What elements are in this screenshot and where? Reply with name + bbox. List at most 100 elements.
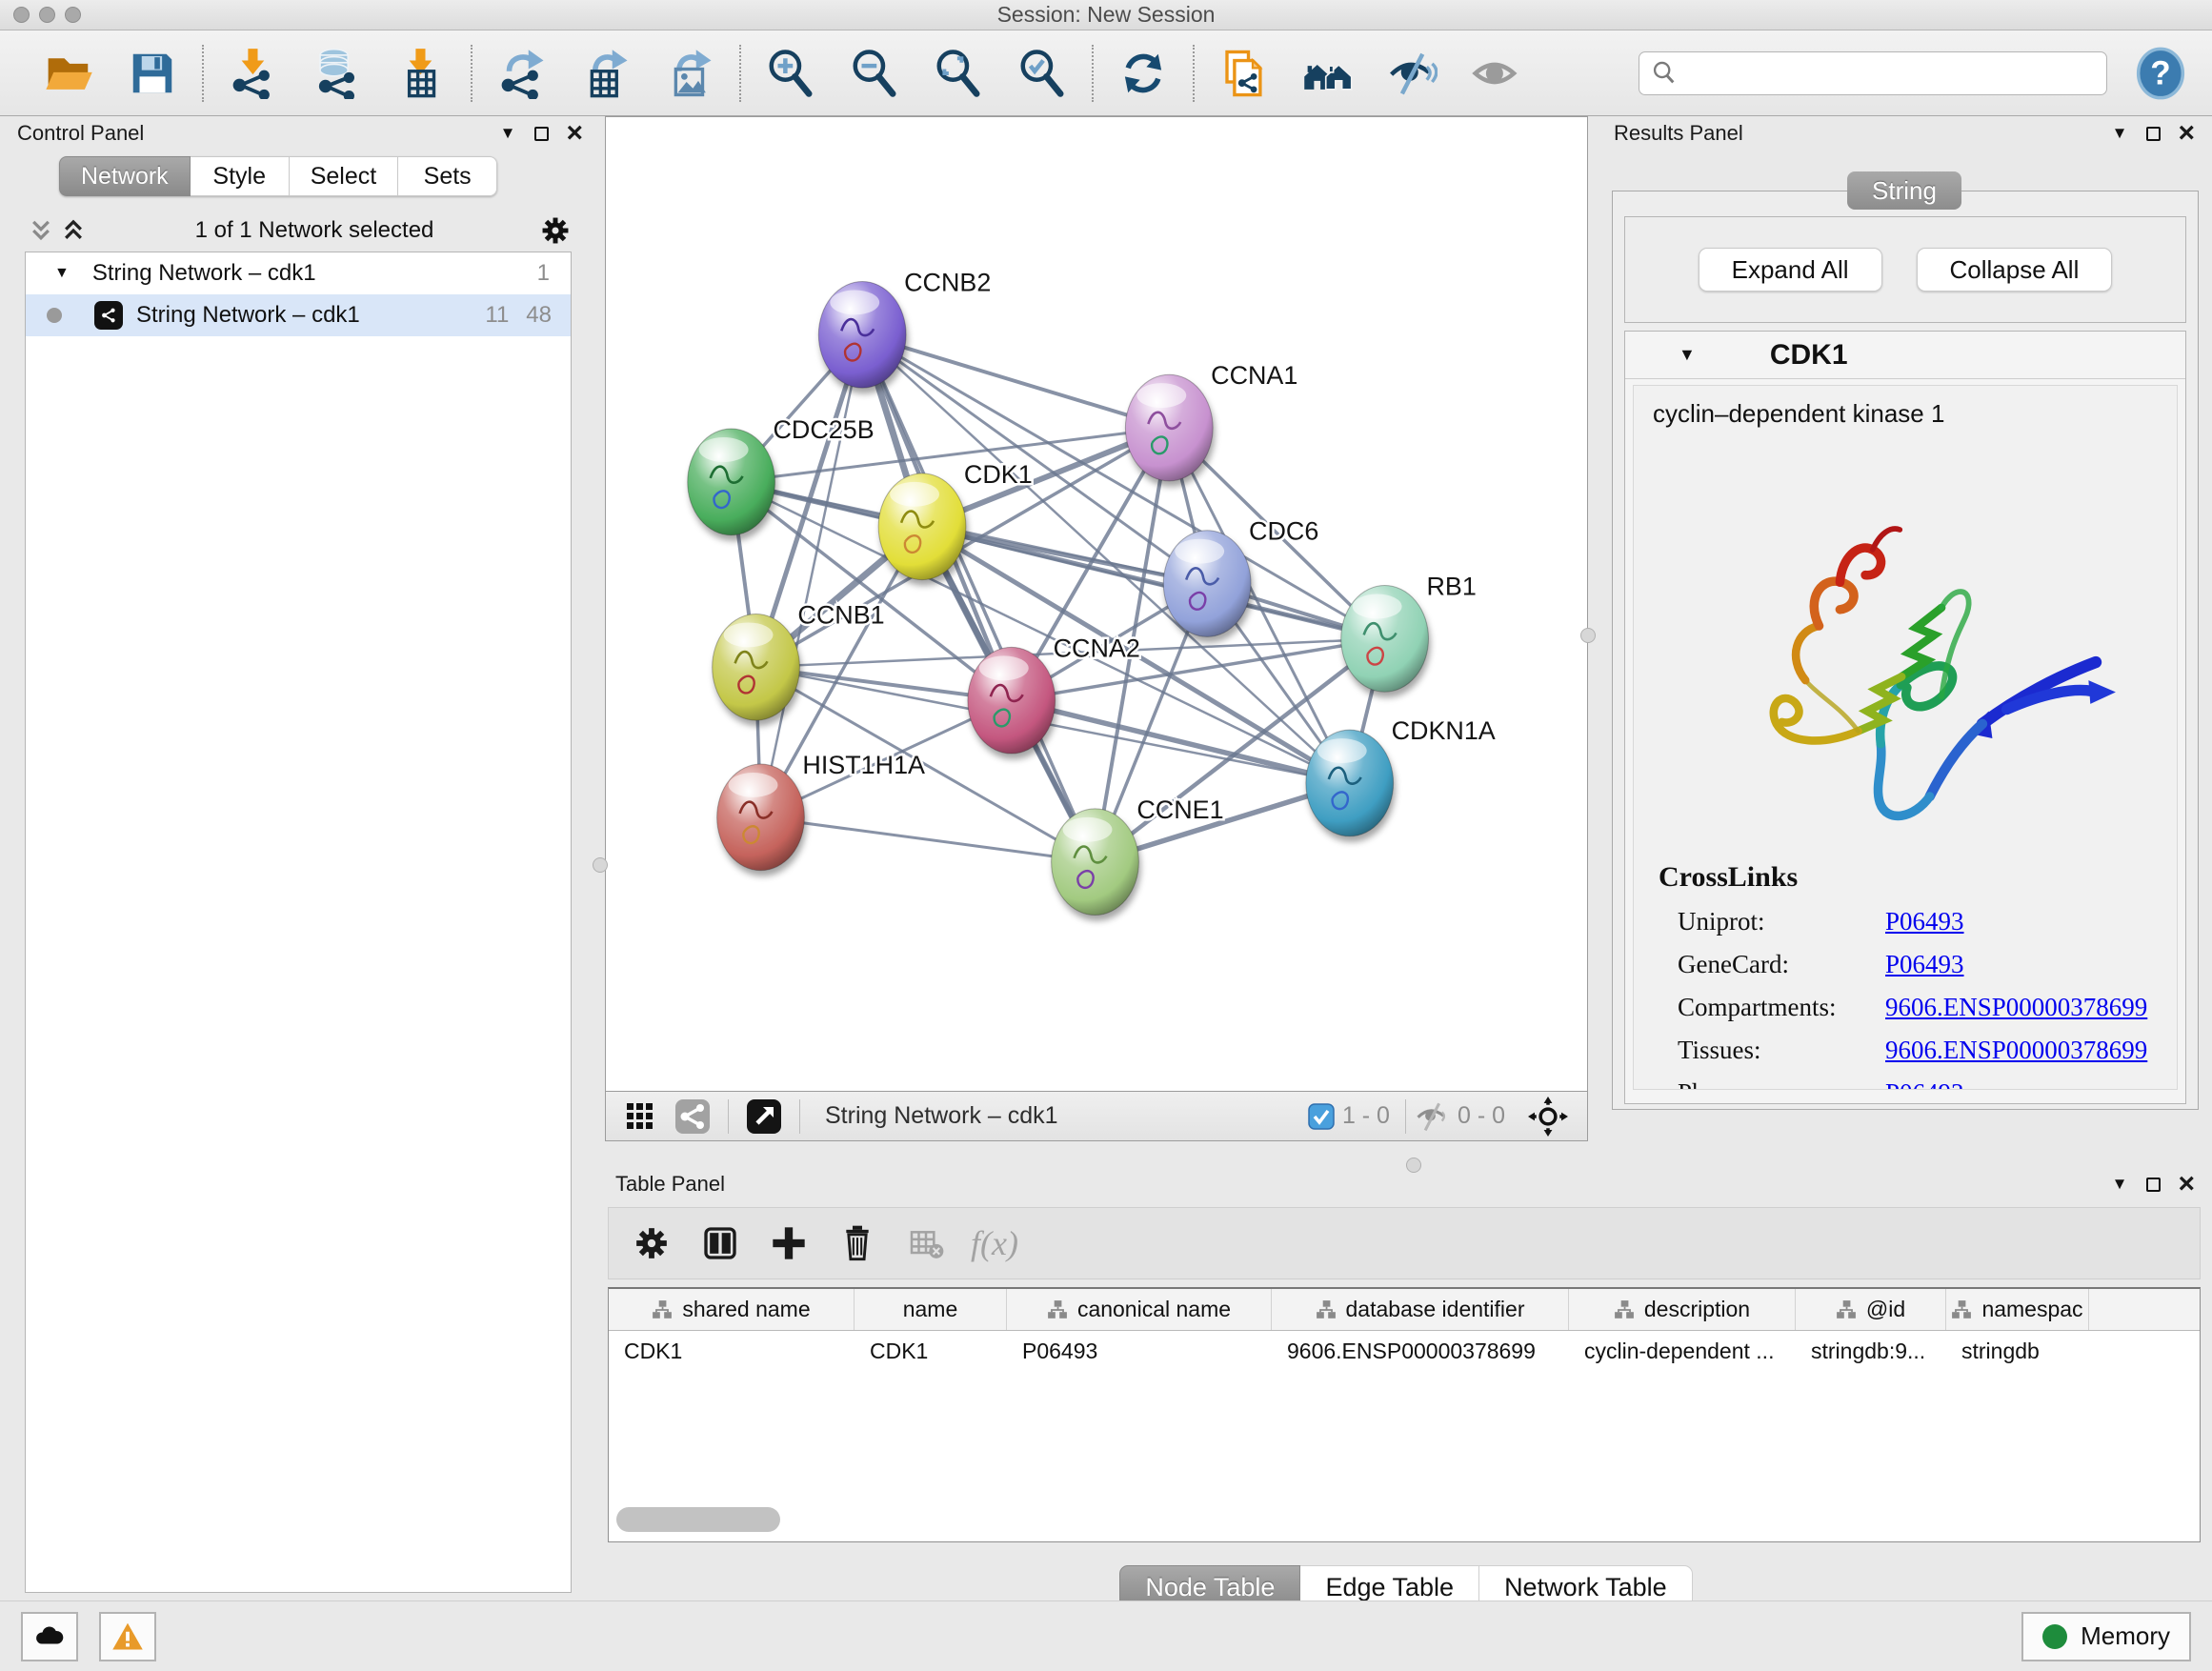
node-CCNE1[interactable]: CCNE1 (1052, 795, 1224, 916)
column-header-namespac[interactable]: namespac (1946, 1289, 2089, 1330)
column-header-@id[interactable]: @id (1796, 1289, 1946, 1330)
help-button[interactable]: ? (2134, 47, 2187, 100)
node-CDKN1A[interactable]: CDKN1A (1306, 716, 1496, 836)
duplicate-network-button[interactable] (1202, 40, 1286, 107)
add-column-button[interactable] (761, 1216, 816, 1271)
import-table-button[interactable] (379, 40, 463, 107)
edge-CCNB2-CCNA1[interactable] (862, 334, 1169, 428)
collapse-all-button[interactable]: Collapse All (1917, 248, 2113, 292)
string-results-tab[interactable]: String (1847, 171, 1961, 210)
table-cell[interactable]: cyclin-dependent ... (1569, 1331, 1796, 1371)
edge-HIST1H1A-CCNE1[interactable] (761, 817, 1096, 862)
node-HIST1H1A[interactable]: HIST1H1A (717, 751, 925, 871)
expand-all-icon[interactable] (57, 218, 90, 243)
tab-network[interactable]: Network (59, 156, 191, 196)
table-cell[interactable]: CDK1 (855, 1331, 1007, 1371)
export-network-button[interactable] (480, 40, 564, 107)
gene-collapse-icon[interactable]: ▼ (1679, 345, 1696, 365)
zoom-in-button[interactable] (749, 40, 833, 107)
warning-status-button[interactable] (99, 1612, 156, 1661)
table-options-button[interactable] (624, 1216, 679, 1271)
panel-close-icon[interactable]: × (566, 124, 583, 143)
panel-close-icon[interactable]: × (2178, 1175, 2195, 1194)
show-columns-button[interactable] (693, 1216, 748, 1271)
panel-menu-icon[interactable]: ▼ (500, 124, 516, 143)
column-header-description[interactable]: description (1569, 1289, 1796, 1330)
node-CCNA2[interactable]: CCNA2 (968, 634, 1140, 754)
edge-CCNB2-HIST1H1A[interactable] (761, 334, 863, 817)
horizontal-scrollbar-thumb[interactable] (616, 1507, 780, 1532)
search-box[interactable] (1639, 51, 2107, 95)
export-image-button[interactable] (648, 40, 732, 107)
network-collection-row[interactable]: ▼ String Network – cdk1 1 (26, 252, 571, 294)
panel-float-icon[interactable] (2146, 127, 2161, 141)
save-floppy-icon (127, 48, 178, 99)
network-row[interactable]: String Network – cdk1 11 48 (26, 294, 571, 336)
search-input[interactable] (1685, 60, 2095, 87)
node-RB1[interactable]: RB1 (1341, 573, 1477, 693)
expand-all-button[interactable]: Expand All (1699, 248, 1882, 292)
table-row[interactable]: CDK1CDK1P064939606.ENSP00000378699cyclin… (609, 1331, 2200, 1371)
show-all-button[interactable] (1454, 40, 1538, 107)
tab-style[interactable]: Style (191, 156, 290, 196)
birdseye-view-button[interactable] (615, 1097, 665, 1136)
column-header-name[interactable]: name (855, 1289, 1007, 1330)
panel-close-icon[interactable]: × (2178, 124, 2195, 143)
network-share-button[interactable] (665, 1097, 720, 1136)
collection-expander-icon[interactable]: ▼ (54, 265, 70, 282)
table-cell[interactable]: P06493 (1007, 1331, 1272, 1371)
crosslink-link[interactable]: 9606.ENSP00000378699 (1885, 993, 2147, 1022)
tab-sets[interactable]: Sets (398, 156, 497, 196)
vertical-splitter-handle[interactable] (593, 857, 608, 873)
crosslink-link[interactable]: 9606.ENSP00000378699 (1885, 1036, 2147, 1065)
gene-card-header[interactable]: ▼ CDK1 (1625, 332, 2185, 379)
fit-content-button[interactable] (1518, 1097, 1578, 1136)
zoom-fit-button[interactable] (916, 40, 1000, 107)
table-cell[interactable]: stringdb (1946, 1331, 2089, 1371)
cloud-status-button[interactable] (21, 1612, 78, 1661)
column-header-shared-name[interactable]: shared name (609, 1289, 855, 1330)
crosslink-link[interactable]: P06493 (1885, 950, 1964, 979)
hidden-eye-icon[interactable] (1414, 1101, 1450, 1132)
column-header-canonical-name[interactable]: canonical name (1007, 1289, 1272, 1330)
function-builder-button[interactable]: f(x) (967, 1216, 1022, 1271)
node-CCNB1[interactable]: CCNB1 (713, 600, 885, 720)
open-in-window-button[interactable] (736, 1097, 792, 1136)
export-table-button[interactable] (564, 40, 648, 107)
import-network-button[interactable] (211, 40, 295, 107)
zoom-out-button[interactable] (833, 40, 916, 107)
table-cell[interactable]: stringdb:9... (1796, 1331, 1946, 1371)
table-cell[interactable]: 9606.ENSP00000378699 (1272, 1331, 1569, 1371)
table-cell[interactable]: CDK1 (609, 1331, 855, 1371)
memory-button[interactable]: Memory (2021, 1612, 2191, 1661)
hide-selected-button[interactable] (1370, 40, 1454, 107)
panel-menu-icon[interactable]: ▼ (2112, 124, 2128, 143)
node-CCNA1[interactable]: CCNA1 (1125, 361, 1297, 481)
network-canvas[interactable]: CCNB2CCNA1CDC25BCDK1CDC6RB1CCNB1CCNA2CDK… (605, 116, 1588, 1092)
open-session-button[interactable] (27, 40, 111, 107)
network-graph[interactable]: CCNB2CCNA1CDC25BCDK1CDC6RB1CCNB1CCNA2CDK… (606, 117, 1587, 1091)
collapse-all-icon[interactable] (25, 218, 57, 243)
panel-menu-icon[interactable]: ▼ (2112, 1175, 2128, 1194)
clear-table-button[interactable] (898, 1216, 954, 1271)
crosslink-link[interactable]: P06493 (1885, 1078, 1964, 1090)
selected-checkbox-icon[interactable] (1308, 1103, 1335, 1130)
network-view-title: String Network – cdk1 (825, 1102, 1308, 1130)
panel-float-icon[interactable] (2146, 1178, 2161, 1192)
delete-column-button[interactable] (830, 1216, 885, 1271)
edge-CCNB2-CCNE1[interactable] (862, 334, 1095, 861)
horizontal-splitter-handle[interactable] (1406, 1158, 1421, 1173)
panel-float-icon[interactable] (534, 127, 549, 141)
network-options-gear-icon[interactable] (539, 214, 572, 247)
save-session-button[interactable] (111, 40, 194, 107)
gear-icon (633, 1224, 671, 1262)
refresh-view-button[interactable] (1101, 40, 1185, 107)
column-header-database-identifier[interactable]: database identifier (1272, 1289, 1569, 1330)
zoom-selected-button[interactable] (1000, 40, 1084, 107)
import-database-button[interactable] (295, 40, 379, 107)
tab-select[interactable]: Select (290, 156, 398, 196)
vertical-splitter-handle[interactable] (1580, 628, 1596, 643)
node-CCNB2[interactable]: CCNB2 (818, 268, 991, 388)
crosslink-link[interactable]: P06493 (1885, 907, 1964, 936)
network-overview-button[interactable] (1286, 40, 1370, 107)
